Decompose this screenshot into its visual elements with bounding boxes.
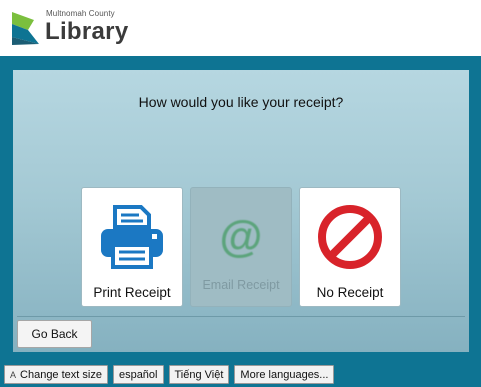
- espanol-button[interactable]: español: [112, 365, 164, 384]
- language-bar: A Change text size español Tiếng Việt Mo…: [4, 365, 335, 385]
- text-size-icon: A: [10, 369, 17, 380]
- print-receipt-label: Print Receipt: [93, 285, 171, 300]
- email-receipt-label: Email Receipt: [202, 278, 280, 292]
- header: Multnomah County Library: [0, 0, 481, 56]
- receipt-question: How would you like your receipt?: [138, 94, 344, 110]
- library-logo: Multnomah County Library: [12, 8, 137, 50]
- printer-icon: [82, 202, 182, 272]
- at-sign-icon: @: [191, 202, 291, 272]
- print-receipt-button[interactable]: Print Receipt: [81, 187, 183, 307]
- more-languages-button[interactable]: More languages...: [234, 365, 335, 384]
- logo-mark-icon: [12, 12, 39, 45]
- at-sign-glyph: @: [219, 212, 263, 261]
- no-receipt-label: No Receipt: [316, 285, 384, 300]
- change-text-size-button[interactable]: A Change text size: [4, 365, 108, 384]
- no-sign-icon: [300, 202, 400, 272]
- no-receipt-button[interactable]: No Receipt: [299, 187, 401, 307]
- receipt-panel: How would you like your receipt? Print R…: [13, 70, 469, 352]
- logo-library-text: Library: [45, 18, 129, 45]
- panel-divider: [17, 316, 465, 317]
- email-receipt-button: @ Email Receipt: [190, 187, 292, 307]
- change-text-size-label: Change text size: [20, 368, 102, 381]
- vietnamese-button[interactable]: Tiếng Việt: [168, 365, 230, 384]
- go-back-button[interactable]: Go Back: [17, 320, 92, 348]
- logo-county-text: Multnomah County: [46, 9, 115, 18]
